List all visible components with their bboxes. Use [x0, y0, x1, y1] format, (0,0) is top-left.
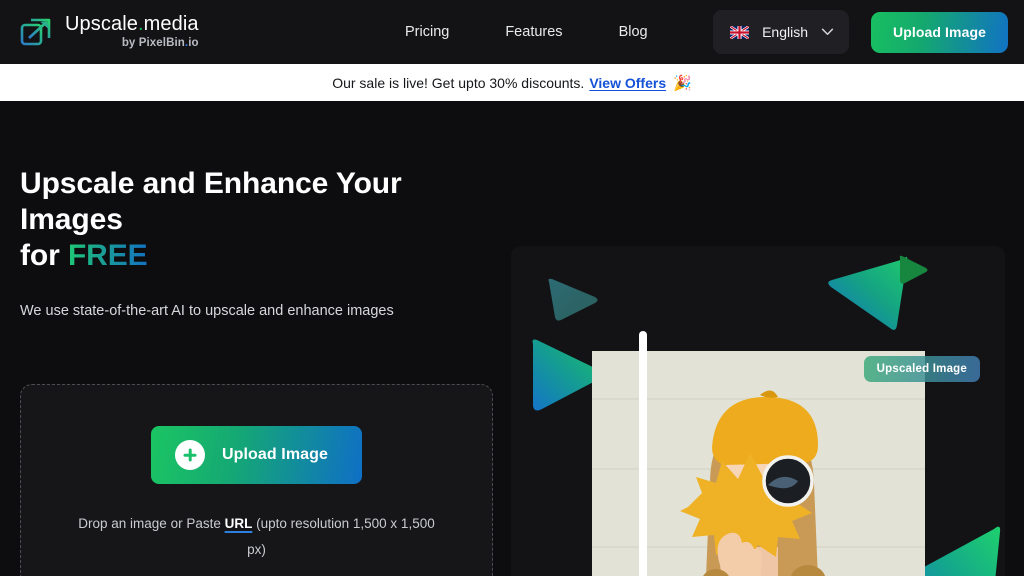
main-navigation: Pricing Features Blog: [405, 0, 648, 64]
dropzone-upload-label: Upload Image: [222, 446, 328, 464]
hero-copy: Upscale and Enhance Your Images for FREE…: [0, 101, 511, 576]
dropzone-hint-prefix: Drop an image or Paste: [78, 516, 224, 531]
hero-section: Upscale and Enhance Your Images for FREE…: [0, 101, 1024, 576]
brand-sub-suffix: io: [188, 37, 198, 49]
brand-name-suffix: media: [144, 13, 199, 35]
site-header: Upscale.media by PixelBin.io Pricing Fea…: [0, 0, 1024, 64]
header-actions: English Upload Image: [713, 10, 1008, 54]
promo-banner-text: Our sale is live! Get upto 30% discounts…: [332, 75, 584, 91]
view-offers-link[interactable]: View Offers: [589, 75, 666, 91]
headline-line-1: Upscale and Enhance Your Images: [20, 167, 402, 236]
brand-name-main: Upscale: [65, 13, 138, 35]
uk-flag-icon: [730, 26, 749, 39]
nav-item-blog[interactable]: Blog: [619, 24, 648, 40]
page-title: Upscale and Enhance Your Images for FREE: [20, 166, 511, 274]
dropzone-hint-suffix: (upto resolution 1,500 x 1,500 px): [247, 516, 435, 557]
decorative-triangle-small-dark-icon: [545, 276, 601, 324]
nav-item-features[interactable]: Features: [505, 24, 562, 40]
nav-item-pricing[interactable]: Pricing: [405, 24, 449, 40]
decorative-triangle-small-green-icon: [897, 255, 929, 287]
language-selector[interactable]: English: [713, 10, 849, 54]
header-upload-image-button[interactable]: Upload Image: [871, 12, 1008, 53]
upscaled-image-badge: Upscaled Image: [864, 356, 980, 382]
headline-line-2-prefix: for: [20, 239, 68, 272]
headline-highlight-free: FREE: [68, 239, 148, 272]
brand-sub-prefix: by PixelBin: [122, 37, 185, 49]
dropzone-hint: Drop an image or Paste URL (upto resolut…: [72, 511, 442, 562]
chevron-down-icon: [821, 28, 834, 36]
brand-text: Upscale.media by PixelBin.io: [65, 14, 199, 50]
language-label: English: [762, 24, 808, 40]
image-comparison-showcase: Upscaled Image: [511, 246, 1005, 576]
hero-subtitle: We use state-of-the-art AI to upscale an…: [20, 303, 511, 319]
brand-name: Upscale.media: [65, 14, 199, 34]
paste-url-link[interactable]: URL: [225, 516, 253, 531]
party-popper-icon: 🎉: [673, 74, 692, 92]
brand-logo[interactable]: Upscale.media by PixelBin.io: [20, 14, 199, 50]
brand-subtitle: by PixelBin.io: [65, 38, 199, 50]
upscale-arrow-logo-icon: [20, 15, 54, 49]
promo-banner: Our sale is live! Get upto 30% discounts…: [0, 64, 1024, 101]
dropzone-upload-image-button[interactable]: Upload Image: [151, 426, 362, 484]
comparison-slider-handle[interactable]: [639, 331, 647, 576]
image-dropzone[interactable]: Upload Image Drop an image or Paste URL …: [20, 384, 493, 576]
plus-circle-icon: [175, 440, 205, 470]
